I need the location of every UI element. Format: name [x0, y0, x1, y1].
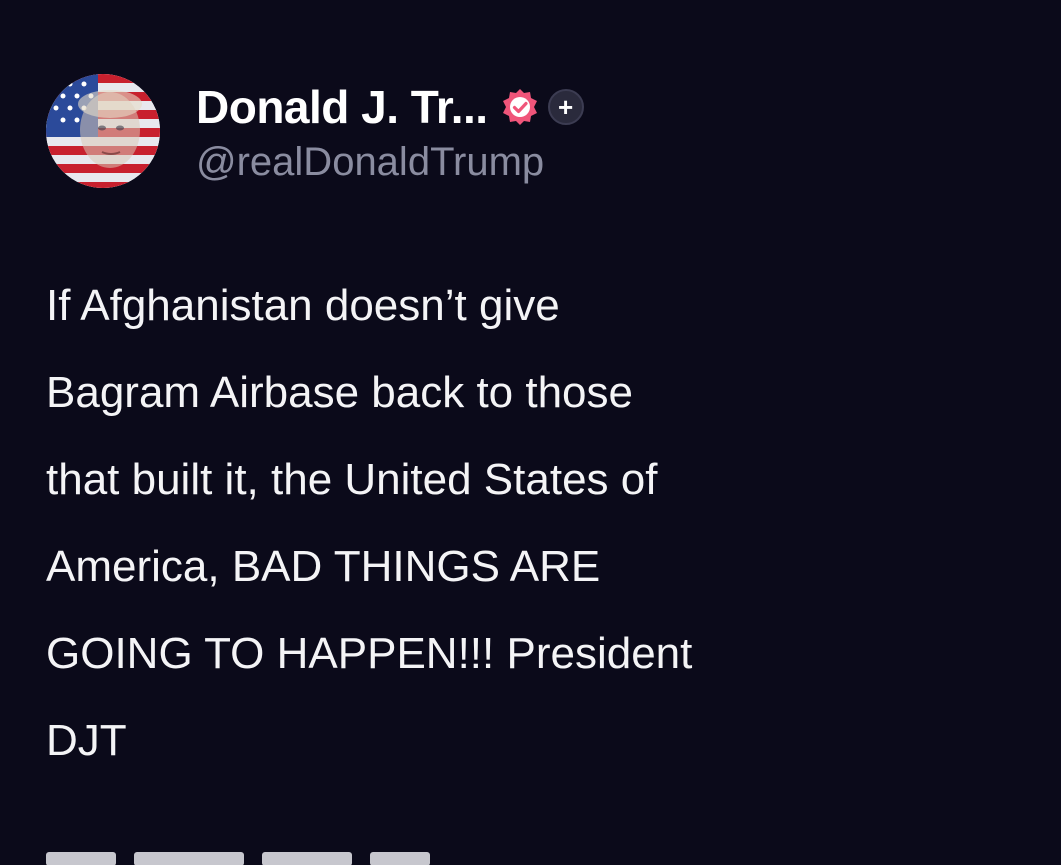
plus-icon[interactable]: +: [547, 88, 584, 125]
avatar-flag-portrait-icon: [46, 74, 160, 188]
post-stats-row: [46, 852, 606, 865]
stat-count: [46, 852, 116, 865]
verified-badge-icon: [500, 87, 540, 127]
avatar[interactable]: [46, 74, 160, 188]
stat-label: [370, 852, 430, 865]
stat-count: [262, 852, 352, 865]
stat-label: [134, 852, 244, 865]
post-card: Donald J. Tr... + @realDonaldTrump If Af…: [0, 0, 1061, 865]
post-header: Donald J. Tr... + @realDonaldTrump: [46, 74, 584, 188]
author-display-name[interactable]: Donald J. Tr...: [196, 80, 488, 134]
author-handle[interactable]: @realDonaldTrump: [196, 140, 584, 185]
name-row: Donald J. Tr... +: [196, 78, 584, 136]
author-meta: Donald J. Tr... + @realDonaldTrump: [196, 78, 584, 185]
post-body-text: If Afghanistan doesn’t give Bagram Airba…: [46, 281, 693, 765]
